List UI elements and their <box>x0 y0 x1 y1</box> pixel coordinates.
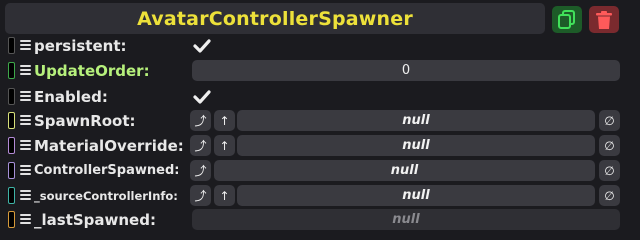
delete-button[interactable] <box>589 6 619 33</box>
jump-to-button[interactable]: ⤴ <box>190 110 211 131</box>
spawn-root-ref-field[interactable]: null <box>237 110 595 131</box>
navigate-up-button[interactable]: ↑ <box>214 135 235 156</box>
clear-reference-button[interactable]: ∅ <box>599 135 620 156</box>
field-row-update-order: UpdateOrder: 0 <box>0 59 640 83</box>
field-label-enabled: Enabled: <box>34 88 108 106</box>
update-order-input[interactable]: 0 <box>192 60 620 81</box>
field-row-persistent: persistent: <box>0 34 640 58</box>
field-row-last-spawned: _lastSpawned: null <box>0 208 640 232</box>
jump-to-button[interactable]: ⤴ <box>190 160 211 181</box>
checkmark-icon <box>193 39 211 53</box>
type-swatch <box>8 211 15 228</box>
field-row-spawn-root: SpawnRoot: ⤴ ↑ null ∅ <box>0 109 640 133</box>
component-header: AvatarControllerSpawner <box>5 3 545 34</box>
drag-handle-icon[interactable] <box>20 91 31 103</box>
duplicate-button[interactable] <box>552 6 582 33</box>
navigate-up-button[interactable]: ↑ <box>214 185 235 206</box>
component-title: AvatarControllerSpawner <box>137 7 413 30</box>
type-swatch <box>8 88 15 105</box>
clear-reference-button[interactable]: ∅ <box>599 160 620 181</box>
field-label-persistent: persistent: <box>34 37 127 55</box>
field-row-material-override: MaterialOverride: ⤴ ↑ null ∅ <box>0 134 640 158</box>
field-label-spawn-root: SpawnRoot: <box>34 112 136 130</box>
field-row-enabled: Enabled: <box>0 85 640 109</box>
drag-handle-icon[interactable] <box>20 165 31 177</box>
clear-reference-button[interactable]: ∅ <box>599 110 620 131</box>
field-label-source-controller-info: _sourceControllerInfo: <box>34 189 178 203</box>
enabled-checkbox[interactable] <box>192 87 212 107</box>
material-override-ref-field[interactable]: null <box>237 135 595 156</box>
drag-handle-icon[interactable] <box>20 140 31 152</box>
checkmark-icon <box>193 90 211 104</box>
field-label-update-order: UpdateOrder: <box>34 62 150 80</box>
type-swatch <box>8 112 15 129</box>
duplicate-icon <box>558 9 575 29</box>
field-row-source-controller-info: _sourceControllerInfo: ⤴ ↑ null ∅ <box>0 184 640 208</box>
jump-to-button[interactable]: ⤴ <box>190 135 211 156</box>
drag-handle-icon[interactable] <box>20 115 31 127</box>
type-swatch <box>8 137 15 154</box>
persistent-checkbox[interactable] <box>192 36 212 56</box>
jump-to-button[interactable]: ⤴ <box>190 185 211 206</box>
clear-reference-button[interactable]: ∅ <box>599 185 620 206</box>
field-label-controller-spawned: ControllerSpawned: <box>34 163 180 178</box>
type-swatch <box>8 62 15 79</box>
type-swatch <box>8 187 15 204</box>
field-row-controller-spawned: ControllerSpawned: ⤴ null ∅ <box>0 159 640 183</box>
field-label-material-override: MaterialOverride: <box>34 137 184 155</box>
source-controller-info-ref-field[interactable]: null <box>237 185 595 206</box>
controller-spawned-ref-field[interactable]: null <box>214 160 595 181</box>
type-swatch <box>8 37 15 54</box>
field-label-last-spawned: _lastSpawned: <box>34 211 156 229</box>
trash-icon <box>596 10 612 29</box>
drag-handle-icon[interactable] <box>20 214 31 226</box>
drag-handle-icon[interactable] <box>20 190 31 202</box>
drag-handle-icon[interactable] <box>20 40 31 52</box>
drag-handle-icon[interactable] <box>20 65 31 77</box>
type-swatch <box>8 162 15 179</box>
navigate-up-button[interactable]: ↑ <box>214 110 235 131</box>
last-spawned-readonly-field: null <box>192 209 620 230</box>
